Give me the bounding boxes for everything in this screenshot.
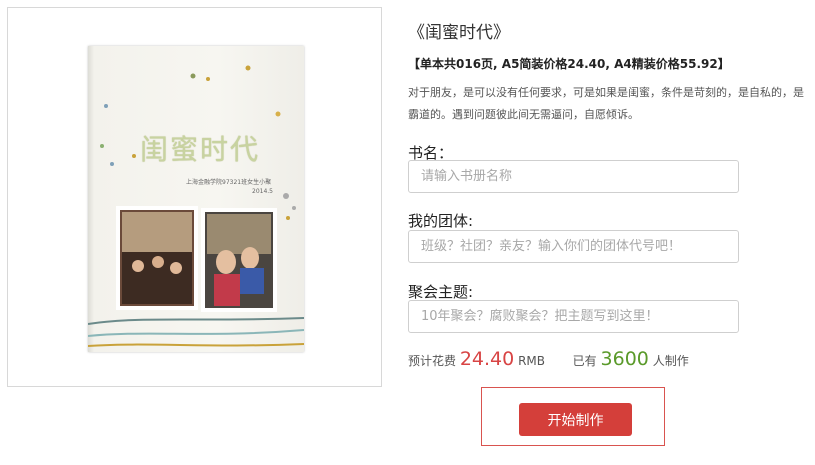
book-cover[interactable]: 闺蜜时代 上海金融学院97321班女生小聚 2014.5 — [88, 46, 304, 352]
theme-label: 聚会主题: — [408, 283, 474, 301]
price-summary: 【单本共016页, A5简装价格24.40, A4精装价格55.92】 — [408, 57, 730, 71]
product-description: 对于朋友，是可以没有任何要求，可是如果是闺蜜，条件是苛刻的，是自私的，是霸道的。… — [408, 86, 804, 121]
cover-date: 2014.5 — [252, 188, 273, 195]
cover-title: 闺蜜时代 — [140, 133, 261, 166]
stats-row: 预计花费 24.40 RMB 已有 3600 人制作 — [408, 348, 689, 370]
cover-subtitle: 上海金融学院97321班女生小聚 — [186, 179, 272, 186]
cover-artwork — [88, 65, 304, 347]
made-prefix: 已有 — [572, 354, 597, 368]
book-name-input[interactable] — [408, 160, 739, 193]
made-suffix: 人制作 — [652, 354, 689, 368]
book-preview-frame: 闺蜜时代 上海金融学院97321班女生小聚 2014.5 — [7, 7, 382, 387]
group-input[interactable] — [408, 230, 739, 263]
group-label: 我的团体: — [408, 212, 474, 230]
made-count: 3600 — [600, 348, 649, 370]
start-button[interactable]: 开始制作 — [519, 403, 632, 436]
product-title: 《闺蜜时代》 — [408, 23, 510, 43]
cost-unit: RMB — [518, 354, 546, 368]
theme-input[interactable] — [408, 300, 739, 333]
cost-value: 24.40 — [459, 348, 515, 370]
cost-label: 预计花费 — [408, 354, 457, 368]
start-button-container: 开始制作 — [481, 387, 665, 446]
